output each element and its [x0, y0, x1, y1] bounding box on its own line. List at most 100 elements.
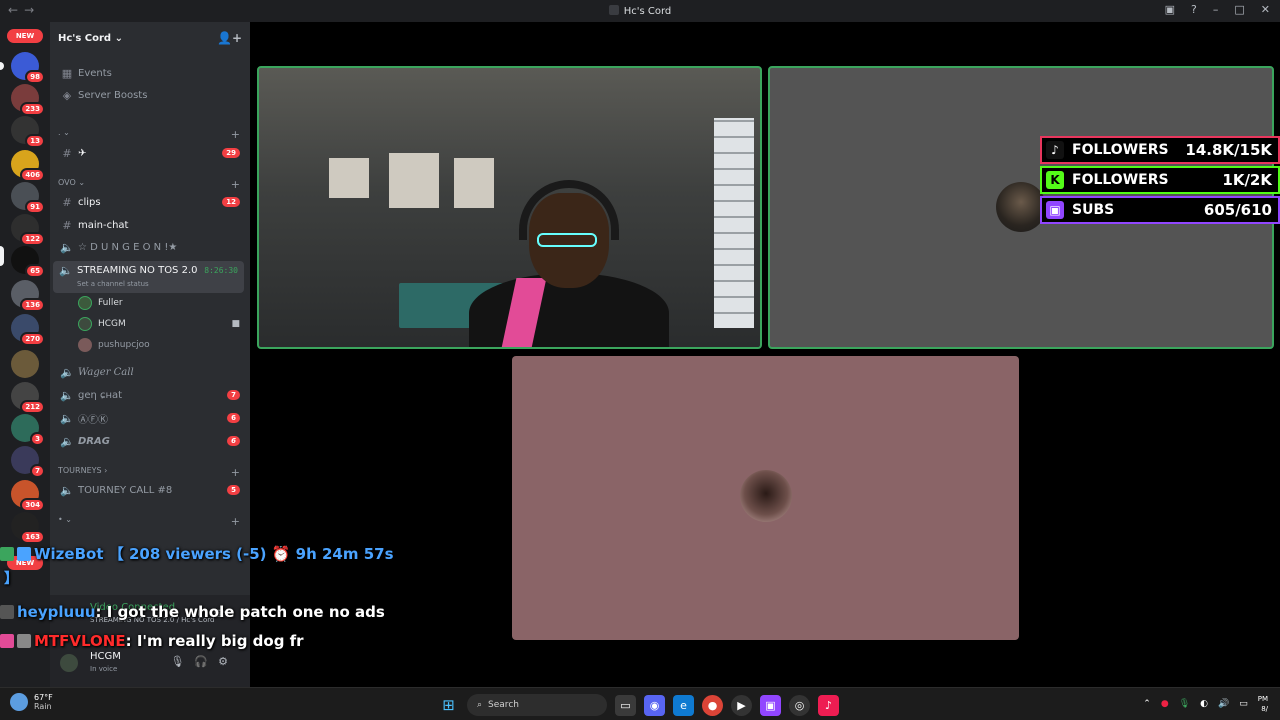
- goal-value: 605/610: [1203, 201, 1272, 219]
- obs-icon[interactable]: ◎: [789, 694, 810, 716]
- channel-label: ☆ D U N G E O N !★: [78, 241, 178, 253]
- voice-member[interactable]: Fuller: [78, 294, 244, 312]
- add-channel-icon[interactable]: +: [231, 178, 240, 191]
- voice-member[interactable]: pushupcjoo: [78, 336, 244, 354]
- speaker-icon: 🔈: [59, 264, 73, 277]
- server-icon[interactable]: 122: [11, 214, 45, 246]
- server-icon[interactable]: 13: [11, 116, 45, 148]
- mention-badge: 212: [20, 400, 45, 414]
- microphone-icon[interactable]: 🎙: [170, 655, 194, 668]
- server-icon[interactable]: 91: [11, 182, 45, 214]
- server-icon[interactable]: 163: [11, 512, 45, 544]
- category-label: TOURNEYS: [58, 466, 102, 475]
- windows-start-icon[interactable]: ⊞: [438, 695, 459, 716]
- server-boosts-item[interactable]: ◈ Server Boosts: [58, 85, 244, 105]
- channel-afk[interactable]: 🔈 ⒶⒻⓀ 6: [58, 408, 244, 428]
- hash-icon: #: [62, 218, 72, 232]
- channel-status-prompt[interactable]: Set a channel status: [77, 280, 149, 288]
- search-placeholder: Search: [488, 700, 519, 710]
- network-icon[interactable]: ◐: [1200, 699, 1208, 709]
- kick-followers-goal: K FOLLOWERS 1K/2K: [1040, 166, 1280, 194]
- member-name: pushupcjoo: [98, 340, 150, 350]
- channel-main-chat[interactable]: # main-chat: [58, 215, 244, 235]
- help-icon[interactable]: ?: [1191, 3, 1197, 16]
- goal-value: 1K/2K: [1222, 171, 1272, 189]
- twitch-app-icon[interactable]: ▣: [760, 694, 781, 716]
- microphone-tray-icon[interactable]: 🎙: [1179, 699, 1190, 709]
- server-icon[interactable]: 3: [11, 414, 45, 446]
- category-header[interactable]: . ⌄ +: [58, 128, 244, 141]
- mention-badge: 13: [25, 134, 45, 148]
- mention-badge: 12: [222, 197, 240, 207]
- title-bar: ←→ Hc's Cord ▣ ? – □ ✕: [0, 0, 1280, 22]
- mention-badge: 122: [20, 232, 45, 246]
- maximize-button[interactable]: □: [1234, 3, 1244, 16]
- tiktok-app-icon[interactable]: ♪: [818, 694, 839, 716]
- speaker-icon: 🔈: [60, 411, 74, 425]
- badge-icon: [17, 546, 31, 561]
- headphones-icon[interactable]: 🎧: [194, 655, 218, 668]
- server-icon-current[interactable]: 65: [11, 246, 45, 278]
- invite-icon[interactable]: 👤+: [217, 31, 242, 45]
- category-header[interactable]: OVO ⌄ +: [58, 178, 244, 191]
- channel-dungeon[interactable]: 🔈 ☆ D U N G E O N !★: [58, 237, 244, 257]
- clock[interactable]: PM 8/: [1258, 694, 1268, 714]
- server-icon[interactable]: 136: [11, 280, 45, 312]
- media-player-icon[interactable]: ▶: [731, 694, 752, 716]
- channel-drag[interactable]: 🔈 DRAG 6: [58, 431, 244, 451]
- close-button[interactable]: ✕: [1261, 3, 1270, 16]
- video-tile-pushupcjoo[interactable]: [512, 356, 1019, 640]
- tray-app-icon[interactable]: ●: [1161, 699, 1169, 709]
- edge-icon[interactable]: e: [673, 694, 694, 716]
- server-icon[interactable]: 233: [11, 84, 45, 116]
- minimize-button[interactable]: –: [1213, 3, 1219, 16]
- channel-clips[interactable]: # clips 12: [58, 192, 244, 212]
- server-icon[interactable]: 98: [11, 52, 45, 84]
- avatar[interactable]: [58, 652, 80, 674]
- server-icon[interactable]: 270: [11, 314, 45, 346]
- channel-label: ✈: [78, 147, 87, 159]
- mention-badge: 29: [222, 148, 240, 158]
- discord-icon[interactable]: ◉: [644, 694, 665, 716]
- chrome-icon[interactable]: ●: [702, 694, 723, 716]
- events-item[interactable]: ▦ Events: [58, 63, 244, 83]
- voice-member[interactable]: HCGM ■: [78, 315, 244, 333]
- server-icon[interactable]: 212: [11, 382, 45, 414]
- channel-tourney-call[interactable]: 🔈 TOURNEY CALL #8 5: [58, 480, 244, 500]
- category-header[interactable]: • ⌄ +: [58, 515, 244, 528]
- settings-gear-icon[interactable]: ⚙: [218, 655, 238, 668]
- channel-label: ⒶⒻⓀ: [78, 414, 108, 426]
- server-icon[interactable]: 406: [11, 150, 45, 182]
- channel-label: clips: [78, 196, 101, 208]
- server-icon[interactable]: 7: [11, 446, 45, 478]
- taskbar-search[interactable]: ⌕ Search: [467, 694, 607, 716]
- add-channel-icon[interactable]: +: [231, 128, 240, 141]
- channel-sidebar: Hc's Cord ⌄ 👤+ ▦ Events ◈ Server Boosts . …: [50, 22, 250, 687]
- category-header[interactable]: TOURNEYS › +: [58, 466, 244, 479]
- add-channel-icon[interactable]: +: [231, 515, 240, 528]
- server-icon[interactable]: 304: [11, 480, 45, 512]
- channel-wager-call[interactable]: 🔈 Wager Call: [58, 362, 244, 382]
- unread-pill: [0, 62, 4, 70]
- window-blinds: [714, 118, 754, 328]
- voice-channel-streaming[interactable]: 🔈 STREAMING NO TOS 2.0 8:26:30 Set a cha…: [53, 261, 244, 293]
- events-label: Events: [78, 67, 112, 79]
- server-logo-icon: [608, 5, 619, 15]
- server-icon[interactable]: [11, 350, 39, 378]
- mention-badge: 304: [20, 498, 45, 512]
- wall-poster: [389, 153, 439, 208]
- video-tile-hcgm[interactable]: [257, 66, 762, 349]
- battery-icon[interactable]: ▭: [1239, 699, 1248, 709]
- channel-gen-chat[interactable]: 🔈 ցeη ɕнat 7: [58, 385, 244, 405]
- channel-label: STREAMING NO TOS 2.0: [77, 265, 198, 276]
- category-label: .: [58, 128, 61, 137]
- window-title-text: Hc's Cord: [623, 6, 672, 17]
- chevron-up-icon[interactable]: ⌃: [1143, 699, 1151, 709]
- channel-airplane[interactable]: # ✈ 29: [58, 143, 244, 163]
- add-channel-icon[interactable]: +: [231, 466, 240, 479]
- server-header[interactable]: Hc's Cord ⌄ 👤+: [50, 22, 250, 54]
- weather-widget[interactable]: 67°F Rain: [10, 693, 53, 711]
- inbox-icon[interactable]: ▣: [1165, 3, 1175, 16]
- task-view-icon[interactable]: ▭: [615, 694, 636, 716]
- volume-icon[interactable]: 🔊: [1218, 699, 1229, 709]
